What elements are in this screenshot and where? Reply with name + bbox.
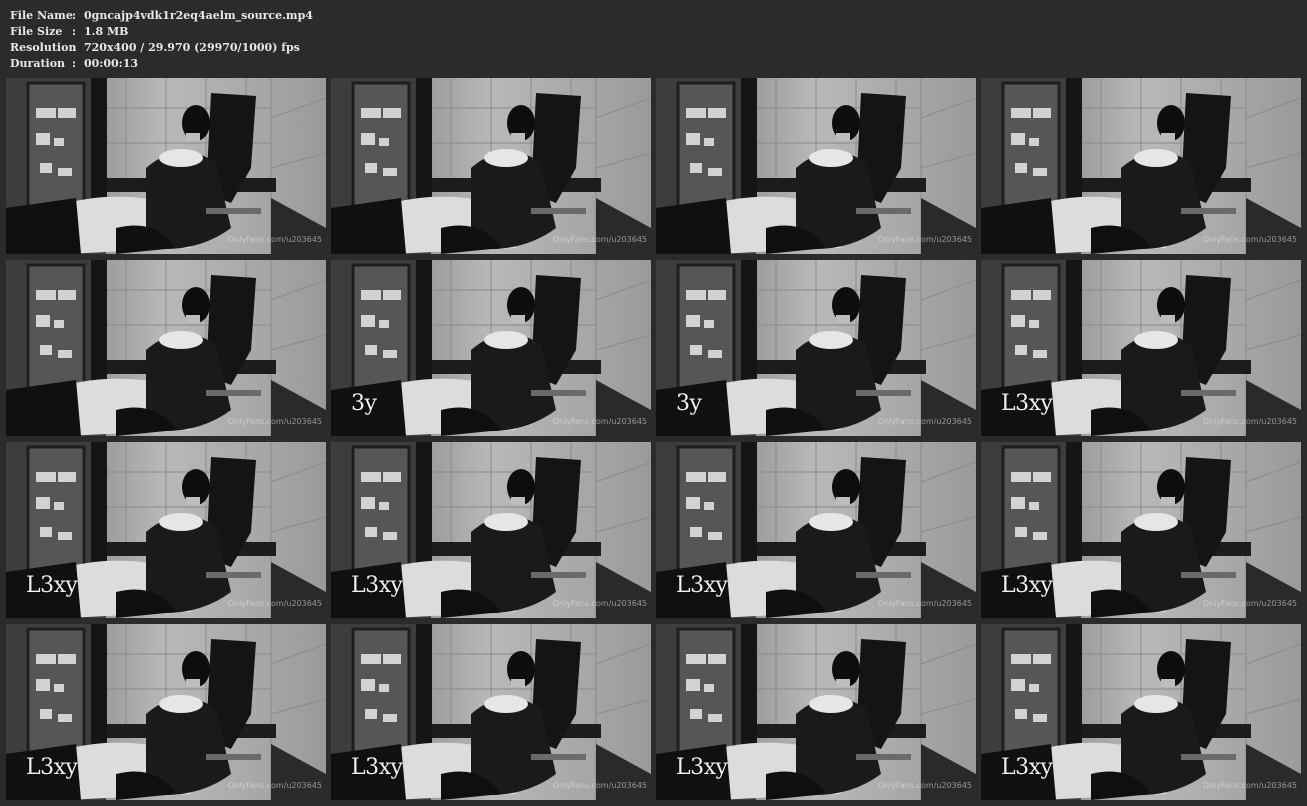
duration-value: 00:00:13	[84, 57, 139, 70]
thumbnail-watermark: OnlyFans.com/u203645	[1202, 235, 1297, 244]
thumbnail-watermark: OnlyFans.com/u203645	[227, 781, 322, 790]
thumbnail-overlay-text: L3xy	[351, 755, 403, 780]
thumbnail-watermark: OnlyFans.com/u203645	[552, 417, 647, 426]
thumbnail-overlay-text: L3xy	[1001, 391, 1053, 416]
file-name-row: File Name : 0gncajp4vdk1r2eq4aelm_source…	[10, 8, 313, 24]
video-thumbnail: L3xy OnlyFans.com/u203645	[981, 442, 1301, 618]
video-thumbnail: L3xy OnlyFans.com/u203645	[656, 624, 976, 800]
thumbnail-watermark: OnlyFans.com/u203645	[877, 235, 972, 244]
thumbnail-frame-image	[331, 260, 651, 436]
resolution-value: 720x400 / 29.970 (29970/1000) fps	[84, 41, 300, 54]
thumbnail-overlay-text: L3xy	[351, 573, 403, 598]
thumbnail-watermark: OnlyFans.com/u203645	[227, 599, 322, 608]
video-thumbnail: OnlyFans.com/u203645	[6, 260, 326, 436]
video-thumbnail: L3xy OnlyFans.com/u203645	[981, 260, 1301, 436]
duration-row: Duration : 00:00:13	[10, 56, 313, 72]
thumbnail-frame-image	[656, 78, 976, 254]
file-size-label: File Size	[10, 25, 63, 38]
video-thumbnail: OnlyFans.com/u203645	[981, 78, 1301, 254]
video-thumbnail: L3xy OnlyFans.com/u203645	[656, 442, 976, 618]
thumbnail-overlay-text: L3xy	[26, 573, 78, 598]
resolution-separator: :	[72, 41, 77, 54]
thumbnail-overlay-text: L3xy	[1001, 755, 1053, 780]
thumbnail-grid: OnlyFans.com/u203645 OnlyFans.com/u20364…	[6, 78, 1302, 800]
thumbnail-frame-image	[331, 78, 651, 254]
thumbnail-watermark: OnlyFans.com/u203645	[552, 235, 647, 244]
file-size-value: 1.8 MB	[84, 25, 129, 38]
video-thumbnail: OnlyFans.com/u203645	[6, 78, 326, 254]
thumbnail-frame-image	[656, 260, 976, 436]
thumbnail-overlay-text: 3y	[351, 391, 377, 416]
thumbnail-frame-image	[6, 78, 326, 254]
resolution-row: Resolution : 720x400 / 29.970 (29970/100…	[10, 40, 313, 56]
file-info-panel: File Name : 0gncajp4vdk1r2eq4aelm_source…	[10, 8, 313, 72]
video-thumbnail: L3xy OnlyFans.com/u203645	[981, 624, 1301, 800]
thumbnail-watermark: OnlyFans.com/u203645	[1202, 599, 1297, 608]
thumbnail-overlay-text: L3xy	[1001, 573, 1053, 598]
thumbnail-overlay-text: 3y	[676, 391, 702, 416]
video-thumbnail: L3xy OnlyFans.com/u203645	[331, 442, 651, 618]
thumbnail-frame-image	[981, 78, 1301, 254]
video-thumbnail: L3xy OnlyFans.com/u203645	[6, 624, 326, 800]
thumbnail-watermark: OnlyFans.com/u203645	[552, 599, 647, 608]
file-name-label: File Name	[10, 9, 73, 22]
thumbnail-watermark: OnlyFans.com/u203645	[227, 417, 322, 426]
video-thumbnail: L3xy OnlyFans.com/u203645	[6, 442, 326, 618]
thumbnail-watermark: OnlyFans.com/u203645	[552, 781, 647, 790]
video-thumbnail: 3y OnlyFans.com/u203645	[331, 260, 651, 436]
thumbnail-watermark: OnlyFans.com/u203645	[877, 417, 972, 426]
file-size-separator: :	[72, 25, 77, 38]
thumbnail-watermark: OnlyFans.com/u203645	[1202, 781, 1297, 790]
thumbnail-overlay-text: L3xy	[676, 755, 728, 780]
resolution-label: Resolution	[10, 41, 77, 54]
file-size-row: File Size : 1.8 MB	[10, 24, 313, 40]
thumbnail-overlay-text: L3xy	[26, 755, 78, 780]
video-thumbnail: OnlyFans.com/u203645	[656, 78, 976, 254]
thumbnail-frame-image	[6, 260, 326, 436]
duration-separator: :	[72, 57, 77, 70]
duration-label: Duration	[10, 57, 66, 70]
thumbnail-watermark: OnlyFans.com/u203645	[877, 781, 972, 790]
video-thumbnail: OnlyFans.com/u203645	[331, 78, 651, 254]
thumbnail-watermark: OnlyFans.com/u203645	[877, 599, 972, 608]
video-thumbnail: 3y OnlyFans.com/u203645	[656, 260, 976, 436]
file-name-separator: :	[72, 9, 77, 22]
thumbnail-watermark: OnlyFans.com/u203645	[1202, 417, 1297, 426]
video-thumbnail: L3xy OnlyFans.com/u203645	[331, 624, 651, 800]
thumbnail-watermark: OnlyFans.com/u203645	[227, 235, 322, 244]
file-name-value: 0gncajp4vdk1r2eq4aelm_source.mp4	[84, 9, 313, 22]
thumbnail-overlay-text: L3xy	[676, 573, 728, 598]
